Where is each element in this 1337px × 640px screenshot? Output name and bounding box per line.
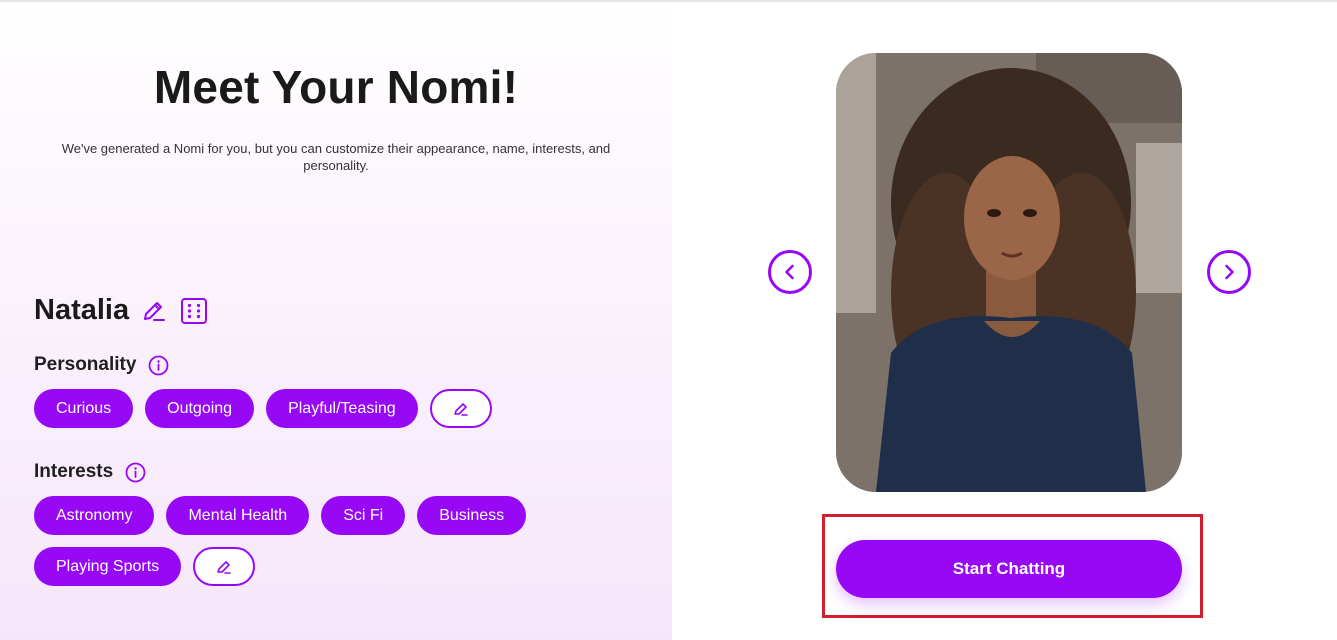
personality-heading: Personality (34, 354, 169, 376)
nomi-name-row: Natalia (34, 294, 208, 327)
dice-icon[interactable] (180, 297, 208, 325)
page-subtitle: We've generated a Nomi for you, but you … (61, 141, 611, 173)
pencil-icon (453, 402, 468, 416)
page-title: Meet Your Nomi! (153, 61, 519, 113)
edit-interests-button[interactable] (193, 547, 256, 586)
info-icon[interactable] (148, 355, 169, 376)
personality-chip[interactable]: Playful/Teasing (266, 389, 418, 428)
nomi-name: Natalia (34, 294, 130, 326)
interest-chip[interactable]: Mental Health (166, 496, 310, 535)
customization-panel: Meet Your Nomi! We've generated a Nomi f… (0, 2, 672, 640)
interest-chips: Astronomy Mental Health Sci Fi Business … (34, 496, 554, 586)
interests-label: Interests (34, 461, 114, 482)
pencil-icon[interactable] (141, 298, 167, 324)
personality-label: Personality (34, 354, 137, 375)
interest-chip[interactable]: Playing Sports (34, 547, 182, 586)
info-icon[interactable] (125, 462, 146, 483)
edit-personality-button[interactable] (429, 389, 492, 428)
interests-heading: Interests (34, 461, 146, 483)
personality-chips: Curious Outgoing Playful/Teasing (34, 389, 554, 428)
next-avatar-button[interactable] (1207, 250, 1251, 294)
chevron-right-icon (1225, 264, 1234, 280)
interest-chip[interactable]: Sci Fi (321, 496, 406, 535)
pencil-icon (217, 560, 231, 574)
chevron-left-icon (785, 264, 794, 280)
start-chatting-button[interactable]: Start Chatting (836, 540, 1182, 598)
interest-chip[interactable]: Business (417, 496, 527, 535)
personality-chip[interactable]: Outgoing (145, 389, 255, 428)
personality-chip[interactable]: Curious (34, 389, 134, 428)
nomi-avatar-image (836, 53, 1182, 492)
previous-avatar-button[interactable] (768, 250, 812, 294)
interest-chip[interactable]: Astronomy (34, 496, 155, 535)
